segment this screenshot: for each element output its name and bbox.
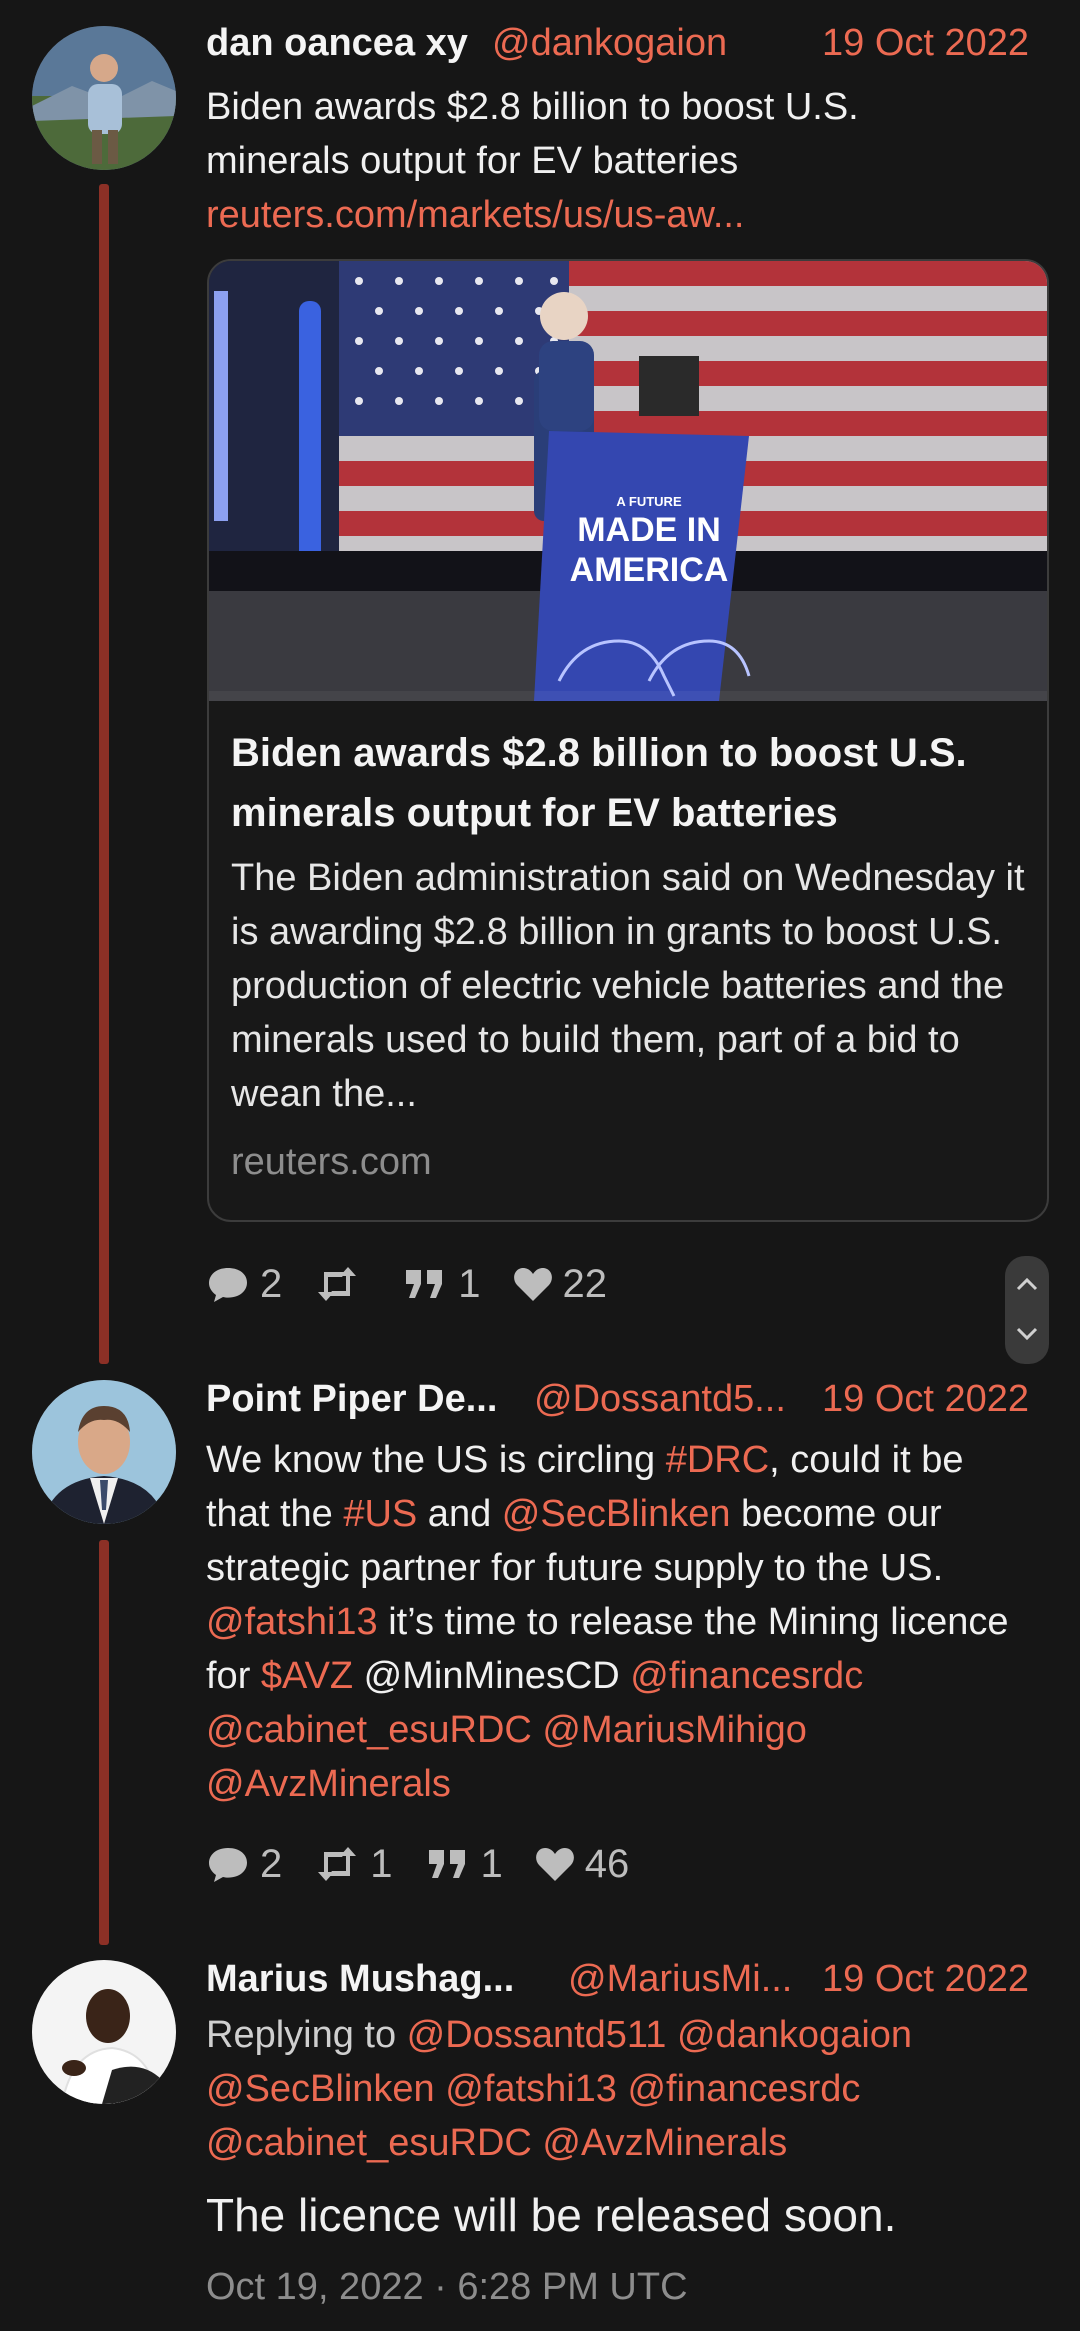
thread-line xyxy=(99,1540,109,1945)
author-handle[interactable]: @MariusMi... xyxy=(568,1958,792,2001)
mention-link[interactable]: $AVZ xyxy=(261,1655,353,1697)
card-image: A FUTURE MADE IN AMERICA xyxy=(209,261,1047,701)
reply-count-value: 2 xyxy=(260,1261,283,1306)
mention-link[interactable]: #DRC xyxy=(666,1439,769,1481)
reply-mention-link[interactable]: @Dossantd511 xyxy=(407,2014,667,2056)
reply-count-value: 2 xyxy=(260,1841,283,1886)
like-count[interactable]: 46 xyxy=(535,1841,630,1887)
text-fragment: and xyxy=(417,1493,502,1535)
chevron-up-icon[interactable] xyxy=(1015,1276,1039,1292)
tweet-timestamp[interactable]: Oct 19, 2022 · 6:28 PM UTC xyxy=(206,2260,688,2314)
quote-icon xyxy=(428,1850,465,1878)
comment-icon xyxy=(209,1268,247,1302)
retweet-count-value: 1 xyxy=(370,1841,393,1886)
podium-sign-line2: AMERICA xyxy=(570,551,729,589)
author-name[interactable]: dan oancea xy xyxy=(206,22,468,65)
link-preview-card[interactable]: A FUTURE MADE IN AMERICA Biden awards $2… xyxy=(207,259,1049,1222)
tweet-text: The licence will be released soon. xyxy=(206,2189,897,2241)
heart-icon xyxy=(513,1268,552,1301)
mention-link[interactable]: @AvzMinerals xyxy=(206,1763,451,1805)
tweet-stats: 2 1 22 xyxy=(206,1256,639,1312)
quote-count[interactable]: 1 xyxy=(402,1261,481,1307)
tweet-link[interactable]: reuters.com/markets/us/us-aw... xyxy=(206,188,745,242)
tweet-date[interactable]: 19 Oct 2022 xyxy=(822,1958,1029,2001)
reply-count[interactable]: 2 xyxy=(206,1262,282,1307)
card-title[interactable]: Biden awards $2.8 billion to boost U.S. … xyxy=(231,723,1021,843)
retweet-icon xyxy=(318,1267,357,1301)
reply-mention-link[interactable]: @SecBlinken xyxy=(206,2068,435,2110)
chevron-down-icon[interactable] xyxy=(1015,1326,1039,1342)
scroll-control[interactable] xyxy=(1005,1256,1049,1364)
replying-to-label: Replying to xyxy=(206,2014,407,2056)
reply-mention-link[interactable]: @AvzMinerals xyxy=(542,2122,787,2164)
text-fragment: @MinMinesCD xyxy=(353,1655,631,1697)
thread-line xyxy=(99,184,109,1364)
podium-sign-line1: MADE IN xyxy=(577,511,721,549)
reply-mention-link[interactable]: @financesrdc xyxy=(627,2068,860,2110)
like-count-value: 46 xyxy=(584,1841,630,1886)
heart-icon xyxy=(535,1848,574,1881)
quote-count[interactable]: 1 xyxy=(425,1842,503,1887)
like-count-value: 22 xyxy=(562,1261,608,1306)
reply-mention-link[interactable]: @cabinet_esuRDC xyxy=(206,2122,532,2164)
mention-link[interactable]: @financesrdc xyxy=(630,1655,863,1697)
podium-sign-small: A FUTURE xyxy=(616,494,682,509)
retweet-count[interactable] xyxy=(314,1264,370,1304)
author-handle[interactable]: @dankogaion xyxy=(492,22,727,65)
mention-link[interactable]: @cabinet_esuRDC xyxy=(206,1709,532,1751)
text-fragment: We know the US is circling xyxy=(206,1439,666,1481)
reply-mention-link[interactable]: @fatshi13 xyxy=(445,2068,617,2110)
avatar-marius[interactable] xyxy=(32,1960,176,2104)
replying-to: Replying to @Dossantd511 @dankogaion @Se… xyxy=(206,2008,1036,2170)
reply-count[interactable]: 2 xyxy=(206,1842,282,1887)
mention-link[interactable]: @SecBlinken xyxy=(502,1493,731,1535)
tweet-stats: 2 1 1 46 xyxy=(206,1836,661,1892)
tweet-date[interactable]: 19 Oct 2022 xyxy=(822,1378,1029,1421)
author-handle[interactable]: @Dossantd5... xyxy=(534,1378,786,1421)
quote-count-value: 1 xyxy=(480,1841,503,1886)
retweet-count[interactable]: 1 xyxy=(314,1841,393,1887)
tweet-date[interactable]: 19 Oct 2022 xyxy=(822,22,1029,65)
quote-icon xyxy=(406,1270,443,1298)
quote-count-value: 1 xyxy=(458,1261,481,1306)
mention-link[interactable]: #US xyxy=(343,1493,417,1535)
retweet-icon xyxy=(318,1847,357,1881)
card-domain: reuters.com xyxy=(231,1141,432,1183)
reply-mention-link[interactable]: @dankogaion xyxy=(677,2014,912,2056)
comment-icon xyxy=(209,1848,247,1882)
author-name[interactable]: Point Piper De... xyxy=(206,1378,497,1421)
mention-link[interactable]: @MariusMihigo xyxy=(542,1709,807,1751)
avatar-point-piper[interactable] xyxy=(32,1380,176,1524)
tweet-text: Biden awards $2.8 billion to boost U.S. … xyxy=(206,86,859,182)
text-fragment xyxy=(532,1709,543,1751)
author-name[interactable]: Marius Mushag... xyxy=(206,1958,514,2001)
mention-link[interactable]: @fatshi13 xyxy=(206,1601,378,1643)
avatar-dan-oancea[interactable] xyxy=(32,26,176,170)
like-count[interactable]: 22 xyxy=(513,1261,608,1307)
card-description: The Biden administration said on Wednesd… xyxy=(231,857,1025,1115)
tweet-text: We know the US is circling #DRC, could i… xyxy=(206,1433,1036,1811)
